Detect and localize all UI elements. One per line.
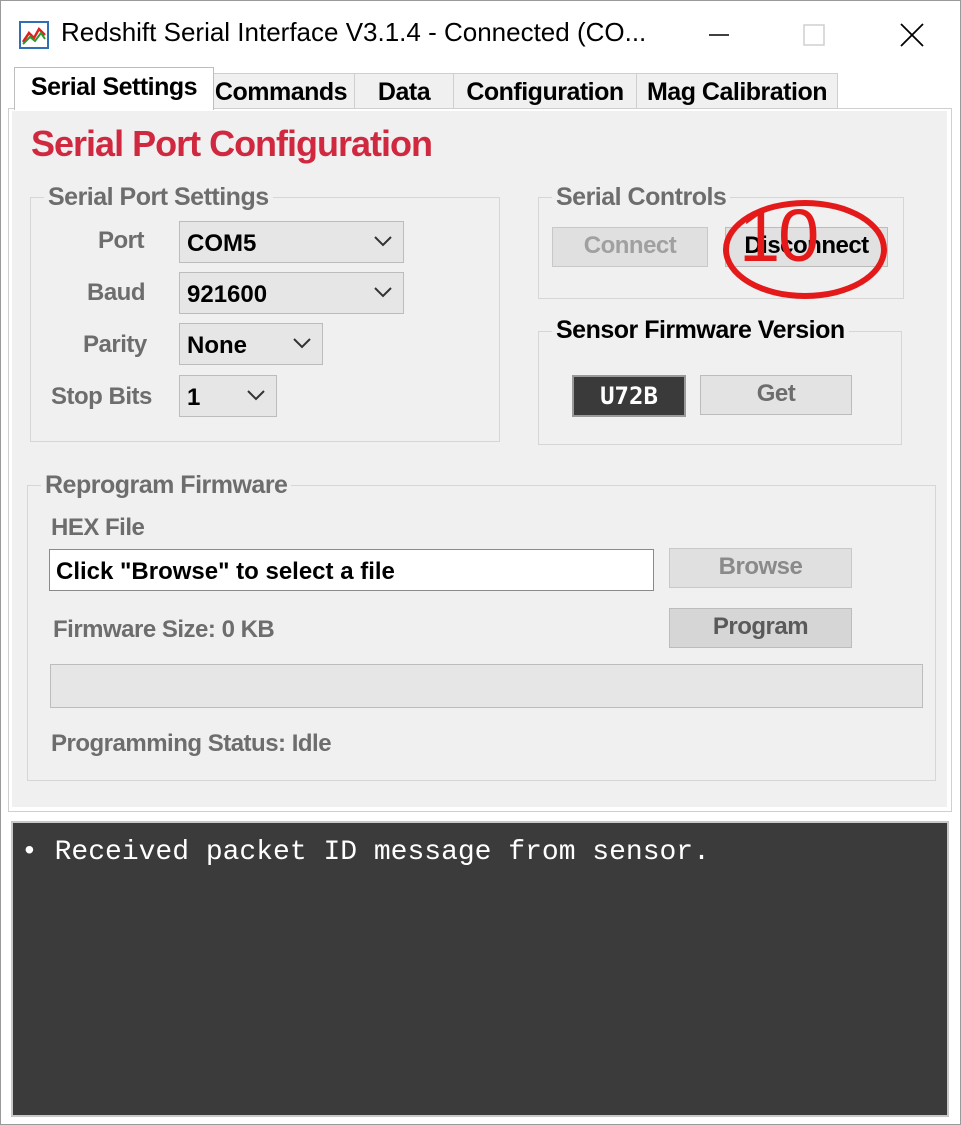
port-value: COM5: [187, 230, 257, 257]
reprogram-firmware-legend: Reprogram Firmware: [41, 471, 292, 500]
parity-select[interactable]: None: [179, 323, 323, 365]
browse-button[interactable]: Browse: [669, 548, 852, 588]
parity-value: None: [187, 332, 247, 359]
chevron-down-icon: [374, 236, 392, 247]
annotation-number: 10: [739, 194, 819, 277]
programming-progress-bar: [50, 664, 923, 708]
get-button[interactable]: Get: [700, 375, 852, 415]
chevron-down-icon: [293, 338, 311, 349]
tab-mag-calibration[interactable]: Mag Calibration: [636, 73, 838, 109]
chevron-down-icon: [247, 390, 265, 401]
firmware-version-legend: Sensor Firmware Version: [552, 316, 849, 345]
parity-label: Parity: [83, 331, 147, 358]
minimize-icon[interactable]: [689, 13, 749, 57]
chevron-down-icon: [374, 287, 392, 298]
serial-controls-legend: Serial Controls: [552, 183, 731, 212]
serial-port-settings-legend: Serial Port Settings: [44, 183, 273, 212]
tab-strip: Serial Settings Commands Data Configurat…: [8, 67, 952, 110]
firmware-version-value: U72B: [572, 375, 686, 417]
tab-serial-settings[interactable]: Serial Settings: [14, 67, 214, 110]
port-select[interactable]: COM5: [179, 221, 404, 263]
program-button[interactable]: Program: [669, 608, 852, 648]
tab-data[interactable]: Data: [354, 73, 454, 109]
tab-configuration[interactable]: Configuration: [453, 73, 637, 109]
stopbits-value: 1: [187, 384, 201, 411]
maximize-icon[interactable]: [784, 13, 844, 57]
page-title: Serial Port Configuration: [31, 123, 433, 164]
baud-value: 921600: [187, 281, 268, 308]
stopbits-label: Stop Bits: [51, 383, 152, 410]
title-bar[interactable]: Redshift Serial Interface V3.1.4 - Conne…: [1, 1, 960, 67]
close-icon[interactable]: [881, 13, 941, 57]
hex-file-label: HEX File: [51, 514, 145, 541]
tab-commands[interactable]: Commands: [207, 73, 355, 109]
port-label: Port: [98, 227, 145, 254]
baud-select[interactable]: 921600: [179, 272, 404, 314]
chart-icon: [19, 21, 49, 49]
baud-label: Baud: [87, 279, 146, 306]
connect-button[interactable]: Connect: [552, 227, 708, 267]
firmware-size-text: Firmware Size: 0 KB: [53, 616, 275, 643]
window-title: Redshift Serial Interface V3.1.4 - Conne…: [61, 17, 647, 47]
app-window: Redshift Serial Interface V3.1.4 - Conne…: [0, 0, 961, 1125]
console-line: • Received packet ID message from sensor…: [21, 837, 710, 868]
stopbits-select[interactable]: 1: [179, 375, 277, 417]
hex-file-field[interactable]: Click "Browse" to select a file: [49, 549, 654, 591]
programming-status-text: Programming Status: Idle: [51, 730, 332, 757]
console-log[interactable]: • Received packet ID message from sensor…: [11, 821, 949, 1117]
